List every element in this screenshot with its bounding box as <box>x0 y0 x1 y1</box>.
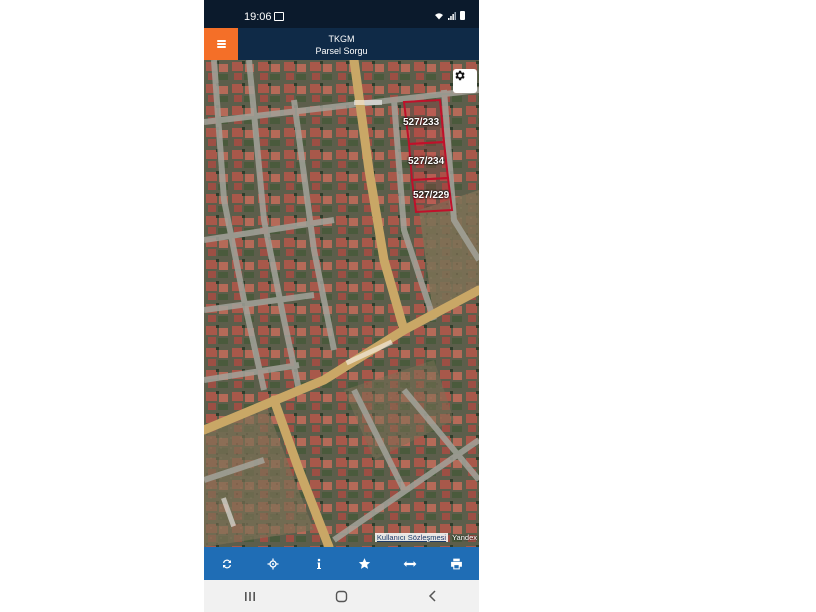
status-bar: 19:06 <box>204 0 479 28</box>
app-titles: TKGM Parsel Sorgu <box>238 33 445 57</box>
bottom-toolbar <box>204 547 479 580</box>
satellite-imagery <box>204 60 479 547</box>
map-provider-label: Yandex <box>452 533 477 542</box>
info-icon <box>316 558 321 569</box>
home-icon <box>335 590 348 602</box>
system-icons <box>434 11 465 20</box>
image-notification-icon <box>274 12 284 21</box>
back-button[interactable] <box>418 581 448 611</box>
system-nav-bar <box>204 580 479 612</box>
map-attribution: Kullanıcı Sözleşmesi Yandex <box>374 533 477 542</box>
hamburger-menu-icon <box>216 40 226 48</box>
locate-icon <box>267 558 279 569</box>
parcel-label[interactable]: 527/233 <box>403 117 439 128</box>
measure-icon <box>403 560 417 567</box>
print-icon <box>450 558 462 569</box>
map-settings-button[interactable] <box>453 69 477 93</box>
app-subtitle: Parsel Sorgu <box>315 46 368 56</box>
info-button[interactable] <box>304 549 334 579</box>
app-bar: TKGM Parsel Sorgu <box>204 28 479 60</box>
signal-icon <box>448 11 456 20</box>
app-title: TKGM <box>328 34 355 44</box>
parcel-label[interactable]: 527/234 <box>408 156 444 167</box>
battery-icon <box>460 11 465 20</box>
recent-apps-icon <box>244 591 255 601</box>
menu-button[interactable] <box>204 28 238 60</box>
print-button[interactable] <box>441 549 471 579</box>
wifi-icon <box>435 12 443 19</box>
refresh-button[interactable] <box>212 549 242 579</box>
parcel-label[interactable]: 527/229 <box>413 190 449 201</box>
back-icon <box>429 590 436 602</box>
status-time: 19:06 <box>244 11 272 23</box>
refresh-icon <box>222 559 231 568</box>
gear-icon <box>455 70 465 81</box>
locate-button[interactable] <box>258 549 288 579</box>
user-agreement-link[interactable]: Kullanıcı Sözleşmesi <box>374 533 449 542</box>
measure-button[interactable] <box>395 549 425 579</box>
home-button[interactable] <box>326 581 356 611</box>
star-icon <box>358 558 371 569</box>
favorite-button[interactable] <box>349 549 379 579</box>
phone-screen: 19:06 TKGM Parsel Sorgu 527/233 527/234 … <box>204 0 479 612</box>
recent-apps-button[interactable] <box>235 581 265 611</box>
satellite-map[interactable]: 527/233 527/234 527/229 Kullanıcı Sözleş… <box>204 60 479 547</box>
